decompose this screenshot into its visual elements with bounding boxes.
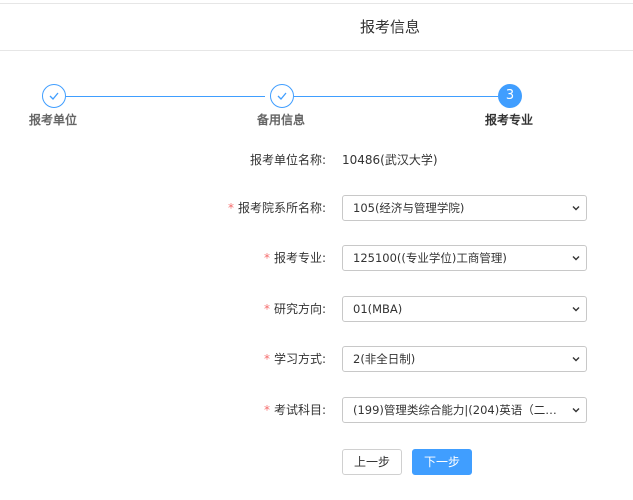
unit-label: 报考单位名称: [249,153,326,167]
chevron-down-icon [572,408,580,413]
step-1-label: 报考单位 [29,113,78,127]
direction-select[interactable]: 01(MBA) [342,296,587,322]
direction-label: * 研究方向: [263,302,326,316]
department-select[interactable]: 105(经济与管理学院) [342,195,587,221]
required-mark: * [263,352,270,366]
study-mode-label: * 学习方式: [263,352,326,366]
chevron-down-icon [572,307,580,312]
department-label: * 报考院系所名称: [227,201,326,215]
step-3-label: 报考专业 [485,113,534,127]
chevron-down-icon [572,256,580,261]
prev-step-button[interactable]: 上一步 [342,449,402,475]
page-header: 报考信息 [0,3,633,51]
progress-steps: 报考单位 备用信息 3 报考专业 [0,84,633,134]
study-mode-select[interactable]: 2(非全日制) [342,346,587,372]
step-2-check-icon [270,84,294,108]
form-row-direction: * 研究方向: 01(MBA) [0,296,633,322]
study-mode-selected-value: 2(非全日制) [353,352,416,366]
form-row-study-mode: * 学习方式: 2(非全日制) [0,346,633,372]
step-1-check-icon [42,84,66,108]
required-mark: * [263,403,270,417]
unit-value: 10486(武汉大学) [342,153,438,167]
step-2-label: 备用信息 [257,113,306,127]
next-step-button[interactable]: 下一步 [412,449,472,475]
chevron-down-icon [572,206,580,211]
form-row-department: * 报考院系所名称: 105(经济与管理学院) [0,195,633,221]
subjects-selected-value: (199)管理类综合能力|(204)英语（二）|(-)... [353,403,585,417]
department-selected-value: 105(经济与管理学院) [353,201,465,215]
page-title: 报考信息 [360,18,421,36]
required-mark: * [263,251,270,265]
chevron-down-icon [572,357,580,362]
major-selected-value: 125100((专业学位)工商管理) [353,251,507,265]
step-connector [294,96,498,97]
step-3-number: 3 [498,84,522,108]
subjects-label: * 考试科目: [263,403,326,417]
direction-selected-value: 01(MBA) [353,302,403,316]
form-row-unit: 报考单位名称: 10486(武汉大学) [0,147,633,173]
form-row-major: * 报考专业: 125100((专业学位)工商管理) [0,245,633,271]
required-mark: * [263,302,270,316]
major-label: * 报考专业: [263,251,326,265]
required-mark: * [227,201,234,215]
major-select[interactable]: 125100((专业学位)工商管理) [342,245,587,271]
subjects-select[interactable]: (199)管理类综合能力|(204)英语（二）|(-)... [342,397,587,423]
step-connector [66,96,265,97]
form-row-subjects: * 考试科目: (199)管理类综合能力|(204)英语（二）|(-)... [0,397,633,423]
